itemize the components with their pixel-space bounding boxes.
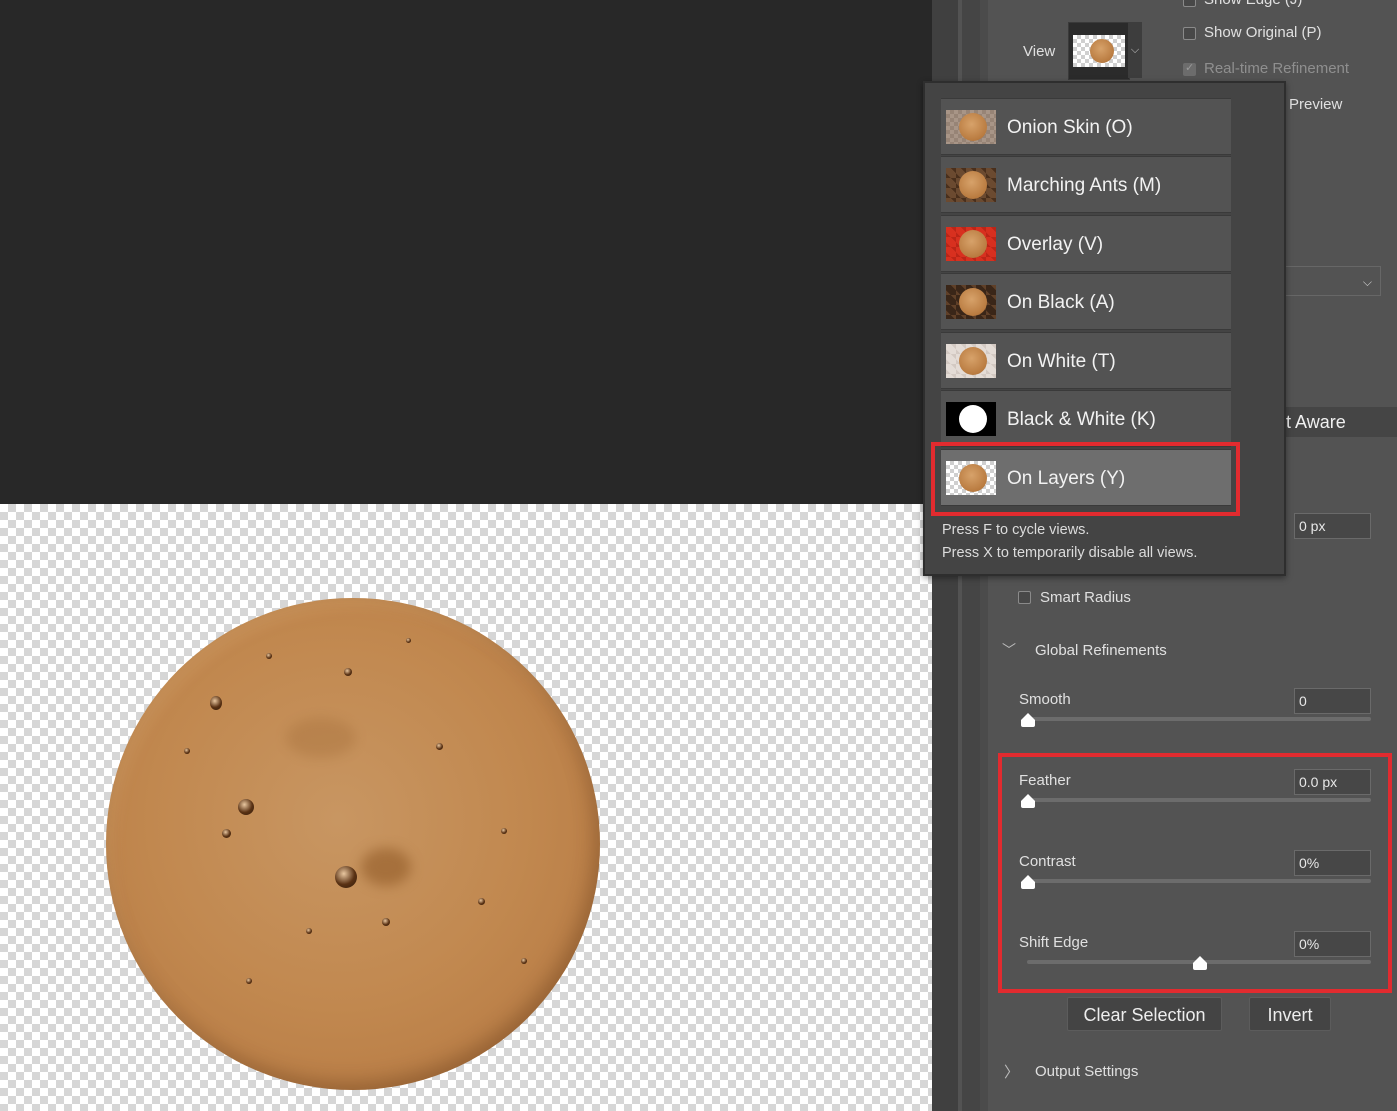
output-settings-heading[interactable]: Output Settings [1035, 1063, 1138, 1080]
foam-stain [286, 718, 356, 758]
clear-selection-button[interactable]: Clear Selection [1067, 997, 1222, 1031]
view-option-label: On Black (A) [1007, 292, 1115, 313]
smart-radius-checkbox[interactable] [1018, 591, 1031, 604]
chevron-down-icon: ⌵ [1362, 275, 1372, 289]
object-aware-label: t Aware [1286, 412, 1346, 432]
view-option-on-black[interactable]: On Black (A) [941, 273, 1231, 330]
foam-stain [361, 848, 411, 886]
foam-bubble [501, 828, 507, 834]
invert-button[interactable]: Invert [1249, 997, 1331, 1031]
show-edge-checkbox[interactable] [1183, 0, 1196, 7]
view-option-label: Overlay (V) [1007, 234, 1104, 255]
on-white-thumb [946, 344, 996, 378]
show-original-label: Show Original (P) [1204, 24, 1322, 41]
view-hint-cycle: Press F to cycle views. [942, 522, 1090, 538]
view-option-label: Marching Ants (M) [1007, 175, 1162, 196]
highlight-box-refinements [998, 753, 1392, 993]
view-option-marching-ants[interactable]: Marching Ants (M) [941, 156, 1231, 213]
foam-bubble [382, 918, 390, 926]
show-edge-label: Show Edge (J) [1204, 0, 1302, 8]
view-option-overlay[interactable]: Overlay (V) [941, 215, 1231, 272]
view-option-black-white[interactable]: Black & White (K) [941, 390, 1231, 447]
foam-bubble [238, 799, 254, 815]
foam-bubble [246, 978, 252, 984]
onion-skin-thumb [946, 110, 996, 144]
foam-bubble [521, 958, 527, 964]
global-refinements-heading[interactable]: Global Refinements [1035, 642, 1167, 659]
foam-bubble [335, 866, 357, 888]
smart-radius-label: Smart Radius [1040, 589, 1131, 606]
smooth-input[interactable]: 0 [1294, 688, 1371, 714]
foam-bubble [344, 668, 352, 676]
foam-bubble [222, 829, 231, 838]
realtime-refinement-checkbox[interactable] [1183, 61, 1196, 76]
view-label: View [1023, 43, 1056, 60]
foam-bubble [266, 653, 272, 659]
view-option-on-white[interactable]: On White (T) [941, 332, 1231, 389]
foam-bubble [306, 928, 312, 934]
overlay-thumb [946, 227, 996, 261]
realtime-refinement-label: Real-time Refinement [1204, 60, 1350, 77]
view-hint-disable: Press X to temporarily disable all views… [942, 545, 1198, 561]
radius-input[interactable]: 0 px [1294, 513, 1371, 539]
coffee-foam-image [106, 598, 600, 1090]
foam-bubble [184, 748, 190, 754]
foam-bubble [406, 638, 411, 643]
marching-ants-thumb [946, 168, 996, 202]
smooth-slider-track[interactable] [1027, 717, 1371, 721]
canvas-transparent-area[interactable] [0, 504, 932, 1111]
view-option-label: Black & White (K) [1007, 409, 1156, 430]
show-original-checkbox[interactable] [1183, 27, 1196, 40]
highlight-box-on-layers [931, 442, 1240, 516]
view-option-label: On White (T) [1007, 351, 1116, 372]
chevron-down-icon[interactable]: ﹀ [1002, 640, 1016, 660]
black-white-thumb [946, 402, 996, 436]
dropdown-partial[interactable]: ⌵ [1286, 266, 1381, 296]
foam-bubble [210, 696, 222, 710]
canvas-pasteboard [0, 0, 932, 504]
foam-bubble [478, 898, 485, 905]
view-option-label: Onion Skin (O) [1007, 117, 1133, 138]
on-black-thumb [946, 285, 996, 319]
chevron-down-icon[interactable]: ⌵ [1128, 22, 1142, 78]
view-option-onion-skin[interactable]: Onion Skin (O) [941, 98, 1231, 155]
view-mode-thumbnail[interactable] [1068, 22, 1130, 80]
chevron-right-icon[interactable]: 〉 [1004, 1061, 1019, 1082]
foam-bubble [436, 743, 443, 750]
preview-label: Preview [1289, 96, 1343, 113]
smooth-label: Smooth [1019, 691, 1071, 708]
